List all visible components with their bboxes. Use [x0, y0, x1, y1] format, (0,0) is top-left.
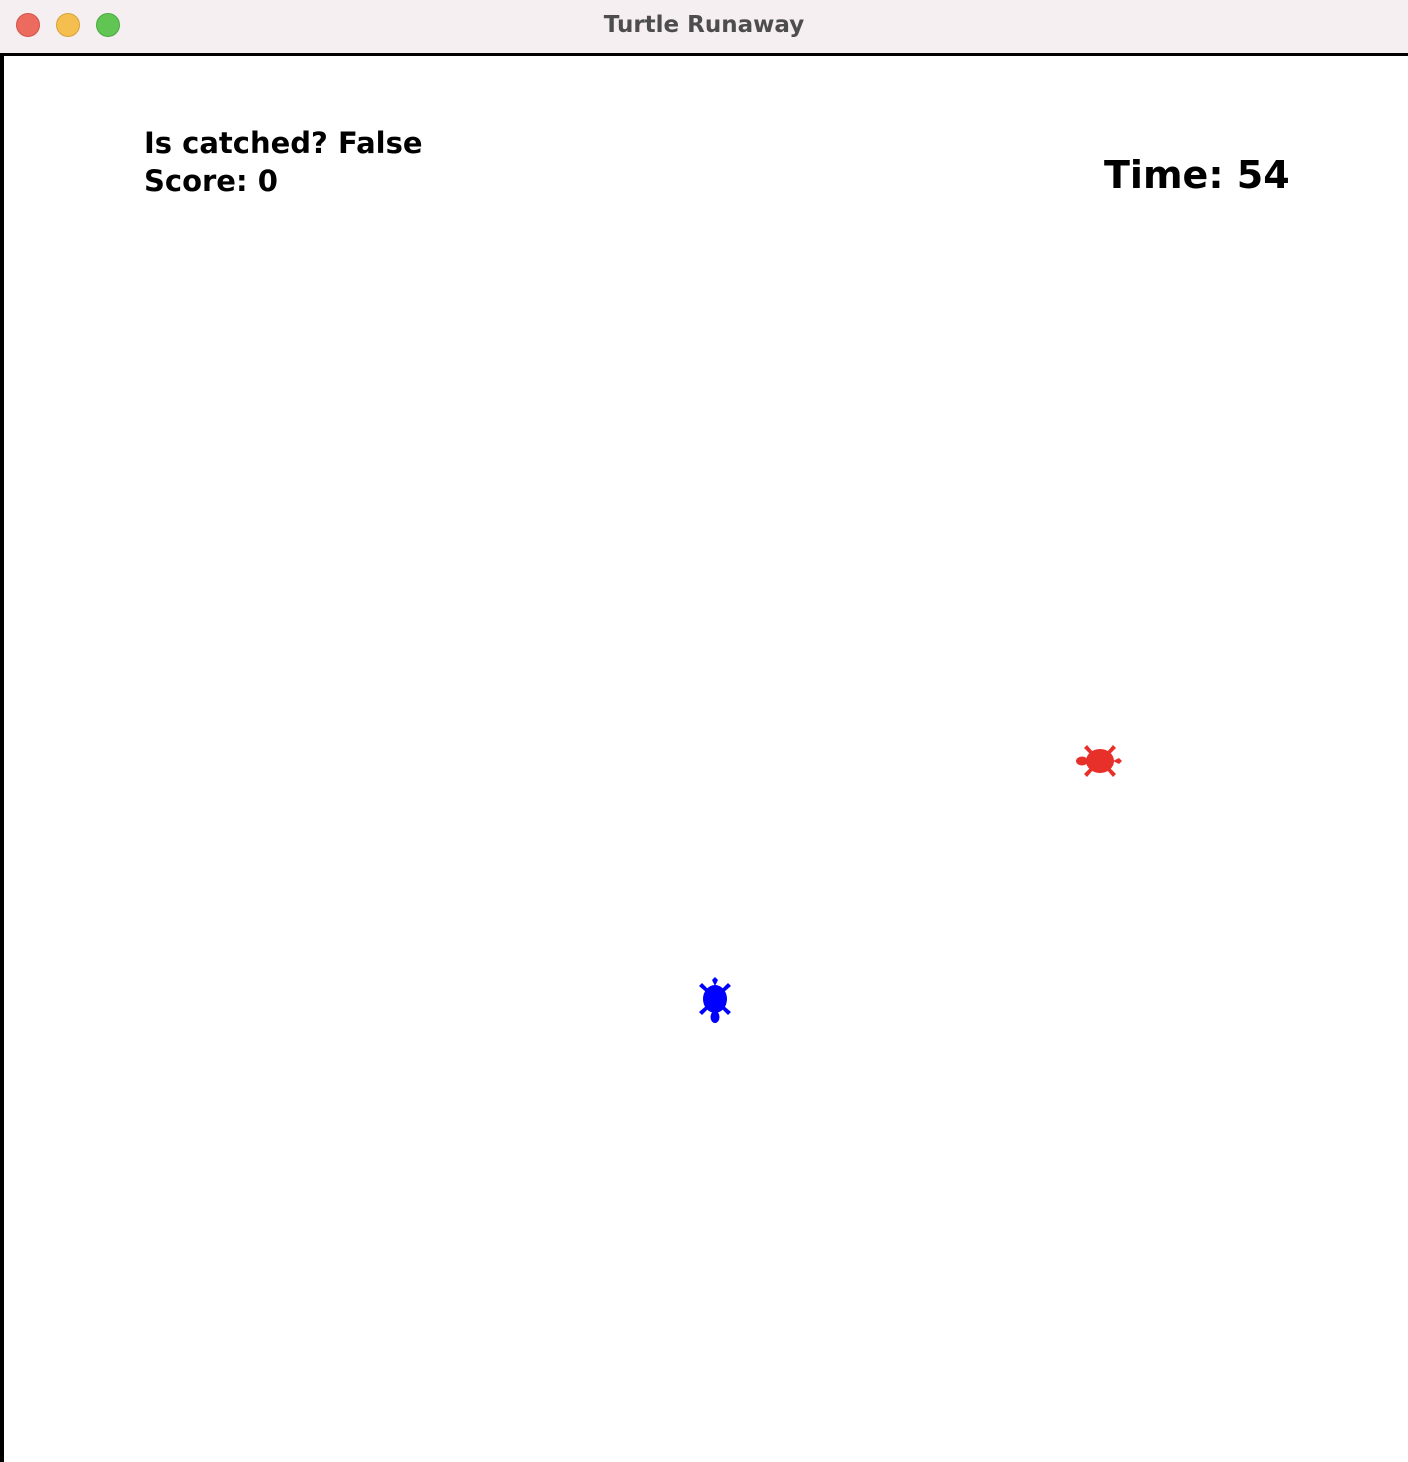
catch-status: Is catched? False — [144, 126, 423, 160]
catch-status-value: False — [337, 126, 423, 160]
timer-label: Time: — [1104, 153, 1224, 197]
score-value: 0 — [257, 164, 278, 198]
game-canvas[interactable] — [0, 56, 1408, 1462]
catch-status-label: Is catched? — [144, 126, 328, 160]
game-window: Turtle Runaway Is catched? False Score: … — [0, 0, 1408, 1462]
score-display: Score: 0 — [144, 164, 278, 198]
timer-value: 54 — [1236, 153, 1290, 197]
turtle-icon — [699, 977, 731, 1023]
timer-display: Time: 54 — [1104, 152, 1290, 198]
chaser-turtle — [685, 969, 745, 1029]
runner-turtle — [1070, 731, 1130, 791]
runner-turtle-shape — [1076, 745, 1122, 777]
window-title: Turtle Runaway — [603, 12, 805, 38]
score-label: Score: — [144, 164, 248, 198]
chaser-turtle-shape — [699, 977, 731, 1023]
title-bar: Turtle Runaway — [0, 0, 1408, 56]
turtle-icon — [1076, 745, 1122, 777]
